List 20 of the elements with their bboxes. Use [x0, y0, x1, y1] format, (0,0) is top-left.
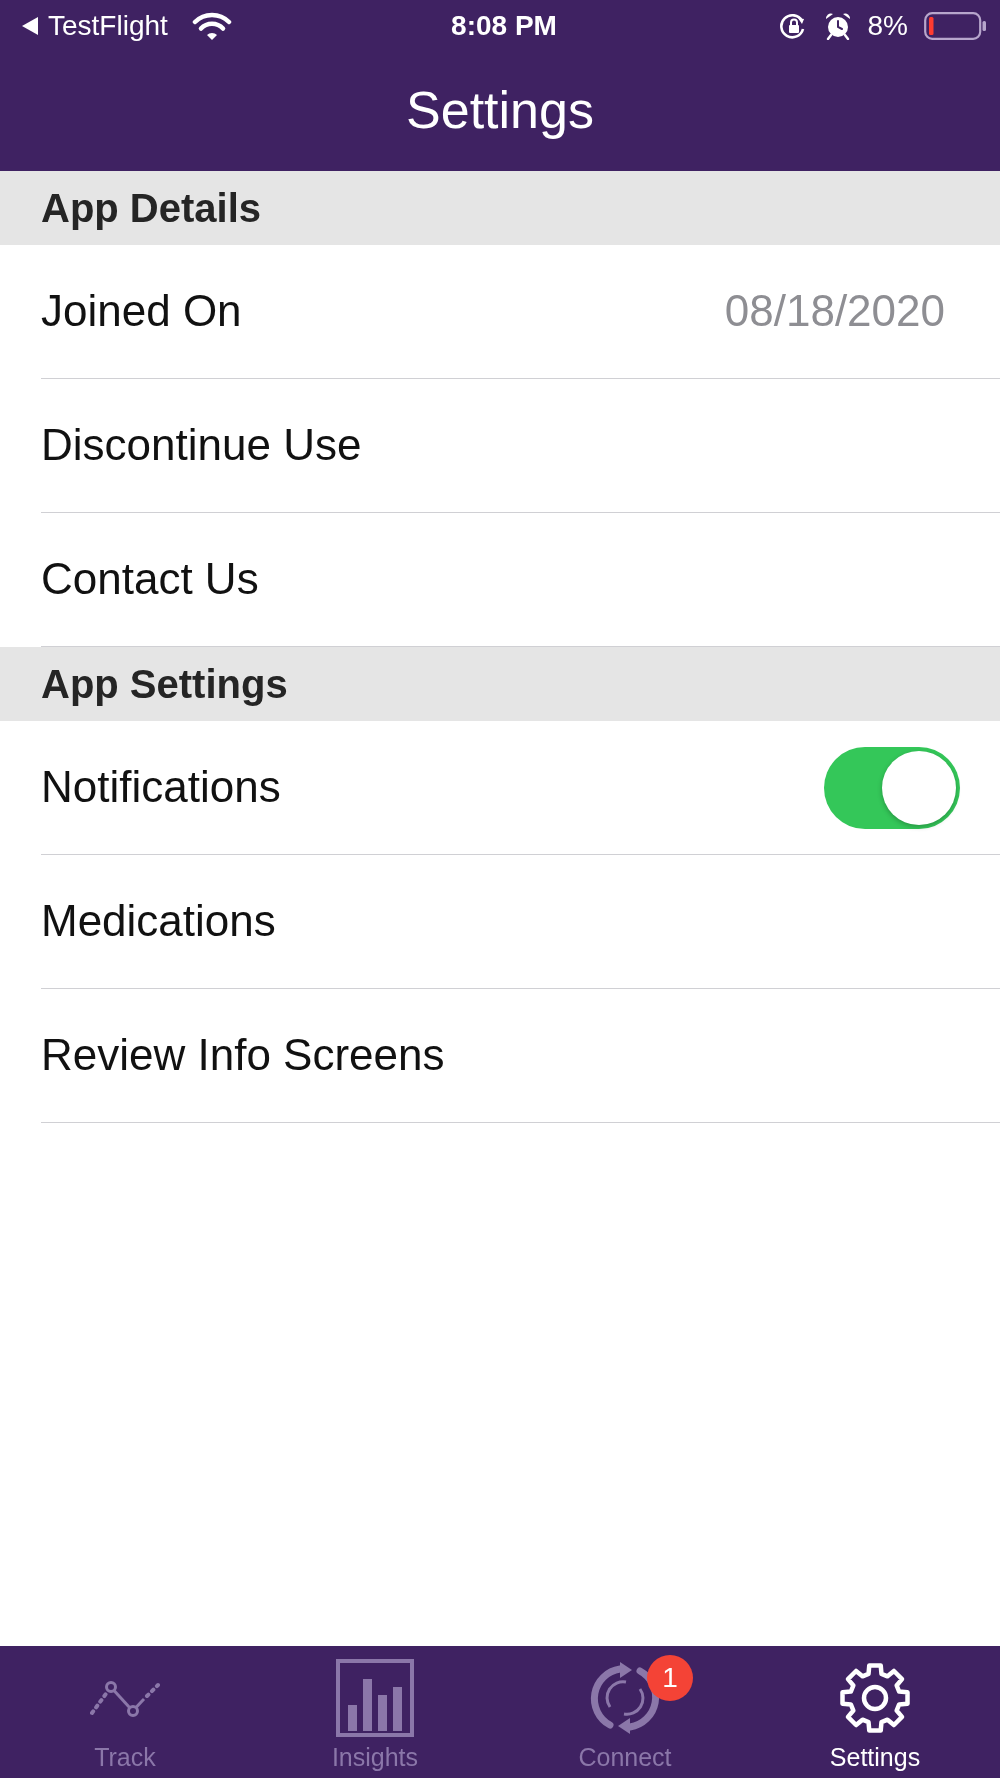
notification-badge: 1: [647, 1655, 693, 1701]
bar-chart-icon: [336, 1659, 414, 1737]
section-header: App Settings: [0, 647, 1000, 721]
back-link[interactable]: TestFlight: [22, 12, 168, 40]
back-arrow-icon: [22, 17, 38, 35]
row-label: Notifications: [41, 762, 281, 813]
tab-item[interactable]: Connect 1: [500, 1646, 750, 1778]
menu-row[interactable]: Review Info Screens: [41, 989, 1000, 1123]
menu-row[interactable]: Medications: [41, 855, 1000, 989]
alarm-clock-icon: [823, 12, 852, 40]
battery-percent: 8%: [867, 12, 908, 40]
row-label: Joined On: [41, 286, 242, 337]
section-header: App Details: [0, 171, 1000, 245]
tab-item[interactable]: Settings: [750, 1646, 1000, 1778]
settings-icon: [837, 1660, 913, 1736]
battery-icon: [924, 12, 986, 40]
menu-row[interactable]: Discontinue Use: [41, 379, 1000, 513]
status-time: 8:08 PM: [451, 12, 557, 40]
wifi-icon: [191, 11, 232, 41]
date-value: 08/18/2020: [724, 286, 945, 337]
